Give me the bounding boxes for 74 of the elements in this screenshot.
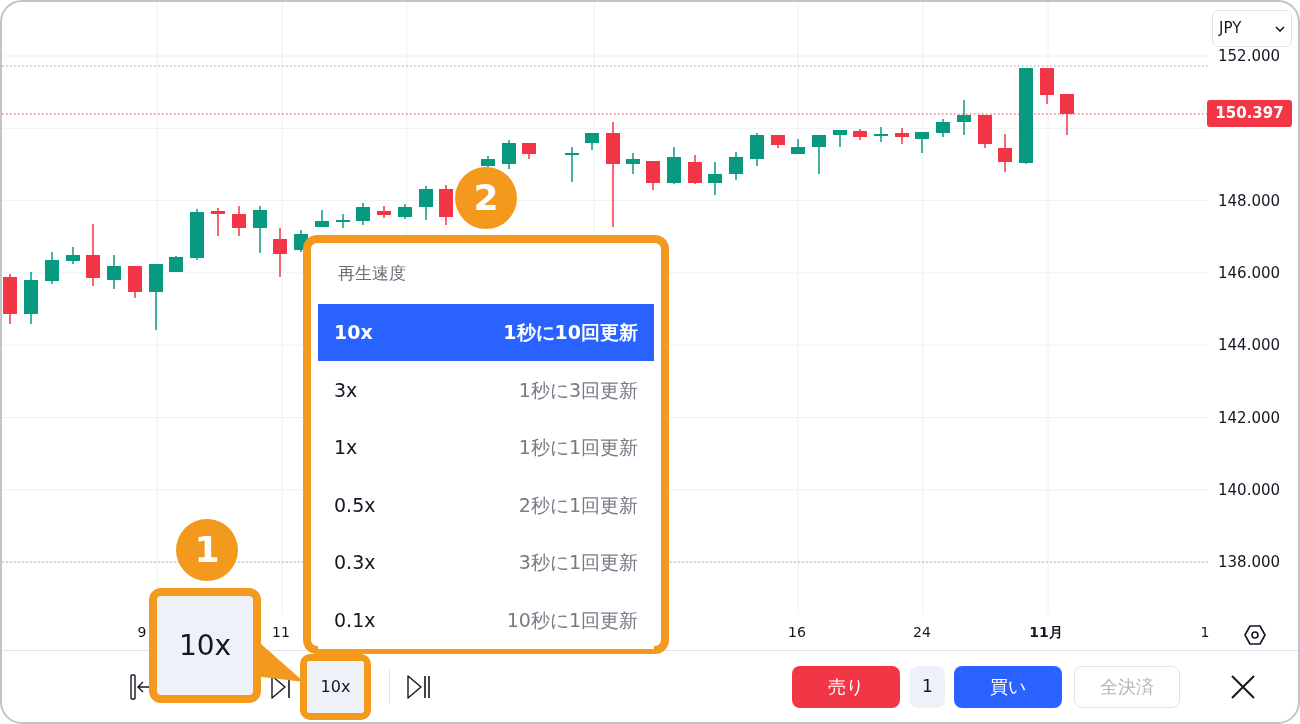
candle — [688, 154, 702, 185]
time-axis-label: 11 — [272, 623, 290, 642]
candle — [522, 142, 536, 160]
candle — [211, 207, 225, 237]
candle — [190, 208, 204, 261]
candle — [874, 126, 888, 143]
candle — [128, 265, 142, 299]
candle — [708, 161, 722, 196]
candle — [377, 205, 391, 219]
candle — [957, 99, 971, 136]
time-axis-label: 1 — [1200, 623, 1210, 642]
buy-button[interactable]: 買い — [954, 665, 1062, 708]
time-axis-label: 16 — [788, 623, 806, 642]
time-axis-label: 11月 — [1029, 623, 1063, 642]
price-axis-label: 152.000 — [1218, 45, 1281, 67]
price-axis-label: 148.000 — [1218, 190, 1281, 212]
candle — [481, 155, 495, 168]
candle — [45, 251, 59, 285]
candle — [853, 128, 867, 141]
price-axis-label: 138.000 — [1218, 551, 1281, 573]
sell-button[interactable]: 売り — [792, 665, 900, 708]
price-axis-label: 144.000 — [1218, 334, 1281, 356]
price-axis-label: 140.000 — [1218, 479, 1281, 501]
candle — [315, 209, 329, 228]
current-price-label: 150.397 — [1207, 100, 1292, 127]
candle — [915, 131, 929, 154]
settings-icon[interactable] — [1243, 624, 1267, 646]
candle — [646, 160, 660, 191]
step-back-icon[interactable] — [130, 673, 152, 700]
candle — [253, 205, 267, 254]
candle — [398, 203, 412, 220]
candle — [812, 134, 826, 175]
speed-button[interactable]: 10x — [307, 660, 364, 713]
candle — [750, 132, 764, 167]
step-badge: 1 — [176, 519, 238, 581]
candle — [791, 138, 805, 155]
speed-option[interactable]: 10x 1秒に10回更新 — [318, 303, 654, 361]
candle — [502, 139, 516, 170]
candle — [419, 185, 433, 221]
candle — [729, 151, 743, 181]
candle — [998, 133, 1012, 173]
price-axis-label: 146.000 — [1218, 262, 1281, 284]
menu-title: 再生速度 — [338, 262, 407, 285]
candle — [169, 255, 183, 273]
quantity-field[interactable]: 1 — [910, 665, 945, 708]
candle — [585, 132, 599, 151]
price-axis-label: 142.000 — [1218, 407, 1281, 429]
candle — [667, 146, 681, 185]
candle — [439, 184, 453, 226]
candle — [936, 118, 950, 138]
candle — [149, 263, 163, 331]
candle — [86, 223, 100, 287]
candle — [66, 246, 80, 265]
chevron-down-icon — [1275, 25, 1285, 32]
candle — [3, 273, 17, 325]
candle — [1040, 67, 1054, 105]
candle — [626, 152, 640, 175]
candle — [895, 127, 909, 145]
candle — [232, 205, 246, 237]
candle — [356, 202, 370, 226]
candle — [771, 134, 785, 149]
step-badge: 2 — [455, 167, 517, 229]
candle — [565, 146, 579, 183]
currency-dropdown[interactable]: JPY — [1212, 10, 1292, 47]
candle — [833, 129, 847, 148]
play-pause-icon[interactable] — [406, 673, 432, 700]
candle — [24, 271, 38, 325]
zoom-callout: 10x — [149, 588, 261, 703]
time-axis-label: 9 — [137, 623, 147, 642]
time-axis-label: 24 — [913, 623, 931, 642]
candle — [107, 254, 121, 290]
close-icon[interactable] — [1230, 673, 1256, 700]
candle — [336, 213, 350, 229]
candle — [273, 227, 287, 278]
